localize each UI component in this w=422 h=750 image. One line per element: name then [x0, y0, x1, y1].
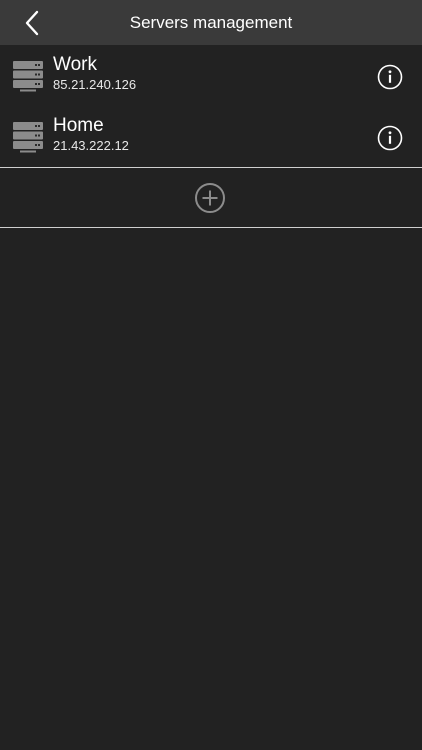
divider	[0, 227, 422, 228]
navigation-bar: Servers management	[0, 0, 422, 45]
server-name: Work	[53, 54, 97, 75]
servers-management-screen: Servers management Work 85.21.240.126 Ho…	[0, 0, 422, 750]
server-row-home[interactable]: Home 21.43.222.12	[0, 107, 422, 167]
server-ip-address: 85.21.240.126	[53, 77, 137, 92]
server-icon	[13, 61, 43, 92]
server-ip-address: 21.43.222.12	[53, 138, 129, 153]
server-name: Home	[53, 115, 104, 136]
info-icon[interactable]	[377, 125, 403, 151]
add-circle-icon[interactable]	[194, 182, 226, 214]
server-row-work[interactable]: Work 85.21.240.126	[0, 46, 422, 106]
add-server-area	[0, 169, 422, 227]
server-icon	[13, 122, 43, 153]
page-title: Servers management	[129, 13, 293, 32]
divider	[0, 167, 422, 168]
info-icon[interactable]	[377, 64, 403, 90]
